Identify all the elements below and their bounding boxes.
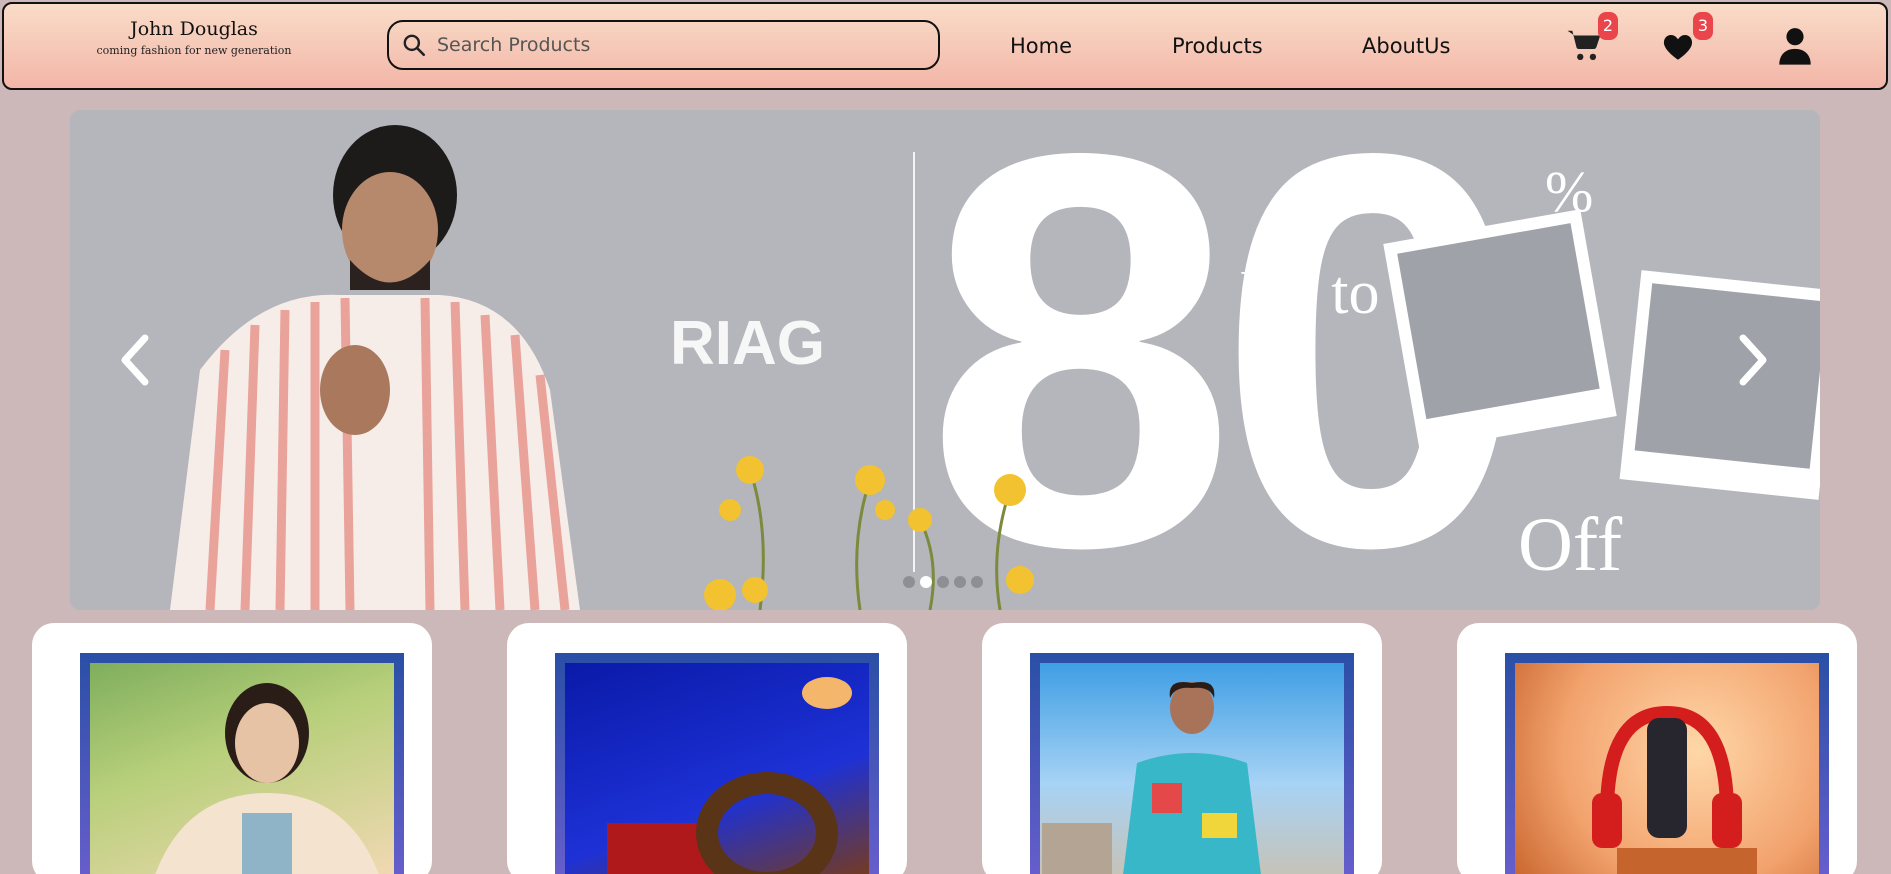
product-image-frame: [555, 653, 879, 874]
product-image-frame: [80, 653, 404, 874]
model-image: [170, 125, 580, 610]
brand-logo-text: RIAG: [670, 309, 825, 378]
flowers-image: [704, 456, 1034, 610]
brand-tagline: coming fashion for new generation: [96, 44, 292, 57]
polaroid-photo: [1619, 270, 1820, 500]
carousel-dot[interactable]: [971, 576, 983, 588]
product-image-frame: [1505, 653, 1829, 874]
product-card[interactable]: [507, 623, 907, 874]
product-image-frame: [1030, 653, 1354, 874]
user-icon: [1779, 28, 1811, 65]
search-bar: [387, 20, 940, 70]
carousel-next-chevron-icon[interactable]: [1733, 332, 1773, 388]
wishlist-button[interactable]: 3: [1661, 12, 1713, 68]
search-input[interactable]: [437, 28, 917, 62]
polaroid-photo: [1383, 209, 1617, 451]
bag-belt-image: [565, 663, 869, 874]
product-card[interactable]: [1457, 623, 1857, 874]
search-icon[interactable]: [401, 32, 427, 58]
nav-aboutus-link[interactable]: AboutUs: [1362, 34, 1450, 58]
nav-home-link[interactable]: Home: [1010, 34, 1072, 58]
account-button[interactable]: [1777, 26, 1819, 68]
product-card[interactable]: [982, 623, 1382, 874]
carousel-dot[interactable]: [903, 576, 915, 588]
brand-name: John Douglas: [130, 18, 258, 40]
carousel-prev-chevron-icon[interactable]: [115, 332, 155, 388]
nav-products-link[interactable]: Products: [1172, 34, 1263, 58]
brand-logo[interactable]: John Douglas coming fashion for new gene…: [94, 18, 294, 57]
up-to-text: Up to: [1240, 259, 1380, 327]
carousel-dot[interactable]: [937, 576, 949, 588]
man-printed-shirt-image: [1040, 663, 1344, 874]
navbar: John Douglas coming fashion for new gene…: [2, 2, 1888, 90]
off-text: Off: [1518, 503, 1623, 587]
heart-icon: [1663, 34, 1693, 60]
carousel-dot[interactable]: [954, 576, 966, 588]
product-card[interactable]: [32, 623, 432, 874]
carousel-indicators: [903, 576, 983, 588]
carousel-dot-active[interactable]: [920, 576, 932, 588]
headphones-speaker-image: [1515, 663, 1819, 874]
woman-blazer-image: [90, 663, 394, 874]
hero-carousel: RIAG 80 % Up to Off: [70, 110, 1820, 610]
wishlist-count-badge: 3: [1693, 12, 1713, 40]
cart-button[interactable]: 2: [1566, 12, 1618, 68]
cart-count-badge: 2: [1598, 12, 1618, 40]
